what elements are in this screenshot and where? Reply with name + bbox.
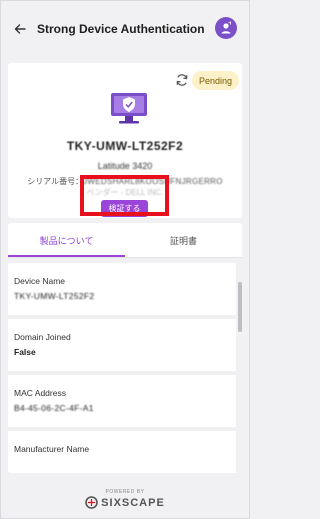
field-label: Device Name [14,276,66,286]
field-mac-address: MAC Address B4-45-06-2C-4F-A1 [8,375,236,427]
scrollbar-thumb[interactable] [238,282,242,332]
highlight-annotation [80,175,169,216]
header: Strong Device Authentication [1,1,249,57]
avatar[interactable] [215,17,237,39]
status-badge: Pending [192,71,239,90]
tab-bar: 製品について 証明書 [8,223,242,257]
app-window: Strong Device Authentication Pending TKY… [0,0,250,519]
arrow-left-icon [14,24,26,34]
field-label: Manufacturer Name [14,444,90,454]
brand-name: SIXSCAPE [101,496,165,509]
field-value: TKY-UMW-LT252F2 [14,291,95,301]
field-value: False [14,347,36,357]
tab-certificate[interactable]: 証明書 [125,223,242,257]
field-device-name: Device Name TKY-UMW-LT252F2 [8,263,236,315]
tab-product-info[interactable]: 製品について [8,223,125,257]
sixscape-logo-icon [85,496,98,509]
device-model: Latitude 3420 [97,161,153,171]
brand-logo: SIXSCAPE [85,496,165,509]
back-button[interactable] [13,22,27,36]
powered-by-label: POWERED BY [105,489,145,495]
page-title: Strong Device Authentication [37,22,205,36]
monitor-shield-icon [111,93,147,124]
details-scroll-area[interactable]: Device Name TKY-UMW-LT252F2 Domain Joine… [8,258,242,473]
device-id: TKY-UMW-LT252F2 [66,139,184,153]
field-manufacturer-name: Manufacturer Name [8,431,236,473]
serial-label: シリアル番号： [27,177,84,186]
details-card: 製品について 証明書 Device Name TKY-UMW-LT252F2 D… [8,223,242,473]
field-label: MAC Address [14,388,66,398]
user-avatar-icon [221,21,231,34]
footer: POWERED BY SIXSCAPE [1,479,249,519]
field-value: B4-45-06-2C-4F-A1 [14,403,94,413]
field-label: Domain Joined [14,332,71,342]
field-domain-joined: Domain Joined False [8,319,236,371]
refresh-icon[interactable] [175,73,189,87]
